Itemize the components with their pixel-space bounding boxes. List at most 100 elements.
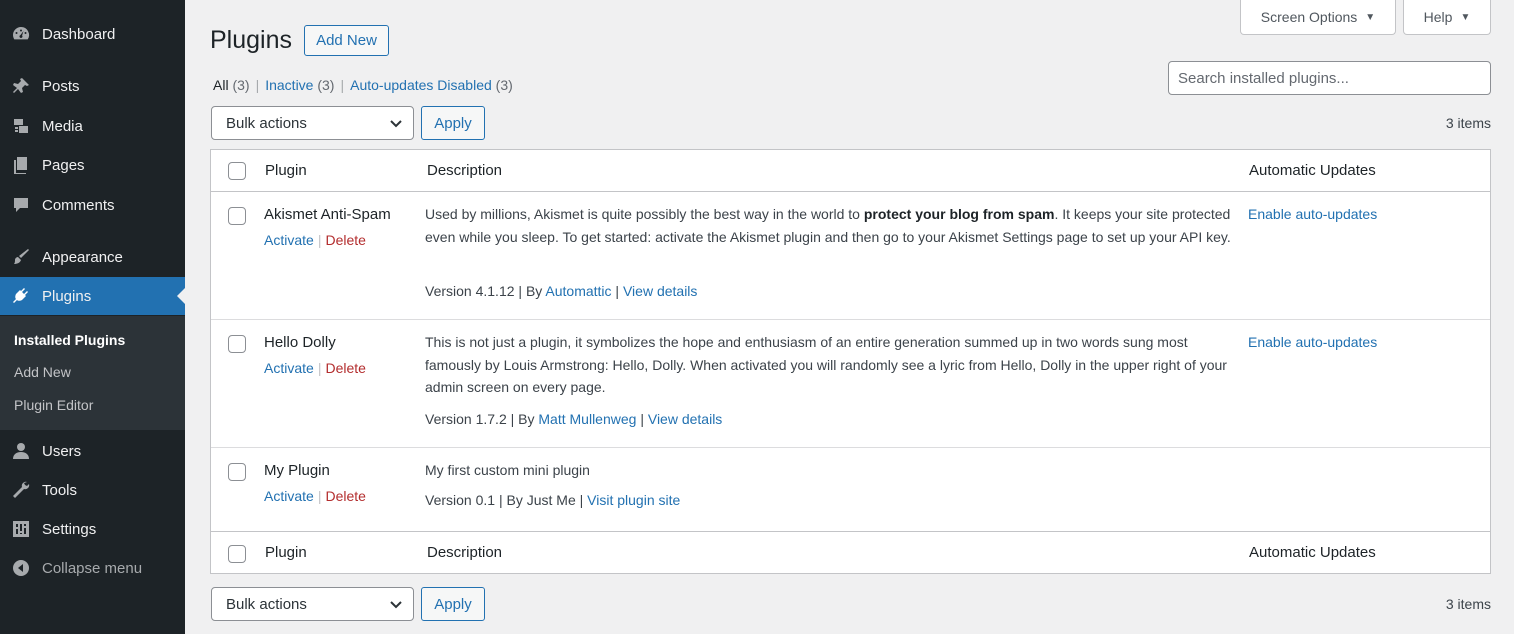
- apply-button[interactable]: Apply: [421, 106, 485, 140]
- by-label: By Just Me: [506, 492, 576, 508]
- action-separator: |: [317, 488, 322, 504]
- filter-all[interactable]: All: [213, 77, 229, 93]
- plugins-submenu: Installed Plugins Add New Plugin Editor: [0, 316, 185, 430]
- wrench-icon: [0, 480, 42, 500]
- activate-link[interactable]: Activate: [264, 488, 314, 504]
- settings-icon: [0, 519, 42, 539]
- sidebar-item-label: Plugins: [42, 287, 92, 305]
- plugins-table: Plugin Description Automatic Updates Aki…: [210, 149, 1491, 574]
- sidebar-item-pages[interactable]: Pages: [0, 146, 185, 184]
- plugin-meta: Version 1.7.2 | By Matt Mullenweg | View…: [425, 411, 723, 427]
- items-count: 3 items: [1445, 596, 1491, 612]
- sidebar-item-users[interactable]: Users: [0, 432, 185, 470]
- bulk-actions-select-bottom[interactable]: Bulk actions: [211, 587, 414, 621]
- bulk-actions-select[interactable]: Bulk actions: [211, 106, 414, 140]
- screen-options-button[interactable]: Screen Options ▼: [1240, 0, 1396, 35]
- sidebar-item-settings[interactable]: Settings: [0, 510, 185, 548]
- select-all-checkbox[interactable]: [228, 545, 246, 563]
- plugin-name: Akismet Anti-Spam: [264, 206, 391, 223]
- filter-auto-updates-count: (3): [495, 77, 513, 93]
- table-header: Plugin Description Automatic Updates: [211, 150, 1490, 192]
- table-row: Hello Dolly Activate | Delete This is not …: [211, 320, 1490, 448]
- submenu-installed-plugins[interactable]: Installed Plugins: [14, 332, 125, 348]
- sidebar-item-label: Posts: [42, 77, 80, 95]
- by-label: By: [518, 411, 535, 427]
- plugin-description: My first custom mini plugin: [425, 462, 590, 478]
- apply-button-bottom[interactable]: Apply: [421, 587, 485, 621]
- page-title: Plugins: [210, 26, 292, 54]
- sidebar-item-posts[interactable]: Posts: [0, 67, 185, 105]
- plugin-name: My Plugin: [264, 462, 330, 479]
- bulk-actions-value: Bulk actions: [226, 595, 307, 613]
- sidebar-item-label: Pages: [42, 156, 85, 174]
- plugin-version: Version 4.1.12: [425, 283, 515, 299]
- author-link[interactable]: Automattic: [545, 283, 611, 299]
- sidebar-item-dashboard[interactable]: Dashboard: [0, 15, 185, 53]
- description-text: Used by millions, Akismet is quite possi…: [425, 206, 864, 222]
- filter-auto-updates-disabled[interactable]: Auto-updates Disabled: [350, 77, 492, 93]
- help-button[interactable]: Help ▼: [1403, 0, 1491, 35]
- submenu-plugin-editor[interactable]: Plugin Editor: [14, 397, 93, 413]
- plugin-version: Version 0.1: [425, 492, 496, 508]
- column-plugin: Plugin: [265, 162, 307, 179]
- sidebar-item-label: Settings: [42, 520, 97, 538]
- filter-separator: |: [255, 77, 260, 93]
- sidebar-item-comments[interactable]: Comments: [0, 186, 185, 224]
- delete-link[interactable]: Delete: [325, 232, 365, 248]
- submenu-add-new[interactable]: Add New: [14, 364, 71, 380]
- collapse-icon: [0, 558, 42, 578]
- view-details-link[interactable]: View details: [648, 411, 722, 427]
- column-automatic-updates: Automatic Updates: [1249, 162, 1376, 179]
- delete-link[interactable]: Delete: [325, 360, 365, 376]
- add-new-plugin-button[interactable]: Add New: [304, 25, 389, 56]
- search-plugins-input[interactable]: Search installed plugins...: [1168, 61, 1491, 95]
- delete-link[interactable]: Delete: [325, 488, 365, 504]
- enable-auto-updates-link[interactable]: Enable auto-updates: [1248, 334, 1377, 350]
- filter-inactive[interactable]: Inactive: [265, 77, 313, 93]
- sidebar-item-media[interactable]: Media: [0, 107, 185, 145]
- row-checkbox[interactable]: [228, 335, 246, 353]
- column-description: Description: [427, 544, 503, 561]
- row-actions: Activate | Delete: [264, 232, 366, 248]
- row-checkbox[interactable]: [228, 463, 246, 481]
- filter-inactive-count: (3): [317, 77, 335, 93]
- collapse-menu-button[interactable]: Collapse menu: [0, 549, 185, 587]
- sidebar-item-label: Tools: [42, 481, 78, 499]
- filter-all-count: (3): [232, 77, 250, 93]
- sidebar-item-label: Comments: [42, 196, 115, 214]
- column-description: Description: [427, 162, 503, 179]
- caret-down-icon: ▼: [1460, 11, 1471, 23]
- enable-auto-updates-link[interactable]: Enable auto-updates: [1248, 206, 1377, 222]
- help-label: Help: [1423, 9, 1453, 25]
- select-all-checkbox[interactable]: [228, 162, 246, 180]
- activate-link[interactable]: Activate: [264, 360, 314, 376]
- visit-plugin-site-link[interactable]: Visit plugin site: [587, 492, 680, 508]
- view-details-link[interactable]: View details: [623, 283, 697, 299]
- column-plugin: Plugin: [265, 544, 307, 561]
- description-bold: protect your blog from spam: [863, 206, 1055, 222]
- table-row: Akismet Anti-Spam Activate | Delete Used b…: [211, 192, 1490, 320]
- chevron-down-icon: [390, 601, 402, 609]
- items-count: 3 items: [1445, 115, 1491, 131]
- sidebar-item-label: Media: [42, 117, 83, 135]
- action-separator: |: [317, 360, 322, 376]
- sidebar-item-label: Users: [42, 442, 82, 460]
- dashboard-icon: [0, 24, 42, 44]
- admin-sidebar: Dashboard Posts Media Pages Comments App…: [0, 0, 185, 634]
- sidebar-item-plugins[interactable]: Plugins: [0, 277, 185, 315]
- media-icon: [0, 116, 42, 136]
- row-checkbox[interactable]: [228, 207, 246, 225]
- sidebar-item-tools[interactable]: Tools: [0, 471, 185, 509]
- activate-link[interactable]: Activate: [264, 232, 314, 248]
- column-automatic-updates: Automatic Updates: [1249, 544, 1376, 561]
- action-separator: |: [317, 232, 322, 248]
- table-footer: Plugin Description Automatic Updates: [211, 531, 1490, 573]
- sidebar-item-appearance[interactable]: Appearance: [0, 238, 185, 276]
- plugin-description: This is not just a plugin, it symbolizes…: [425, 334, 1227, 395]
- author-link[interactable]: Matt Mullenweg: [538, 411, 636, 427]
- table-row: My Plugin Activate | Delete My first custo…: [211, 448, 1490, 531]
- pages-icon: [0, 155, 42, 175]
- plugin-status-filters: All (3) | Inactive (3) | Auto-updates Disabl…: [213, 77, 513, 93]
- plugin-icon: [0, 286, 42, 306]
- plugin-meta: Version 0.1 | By Just Me | Visit plugin …: [425, 492, 681, 508]
